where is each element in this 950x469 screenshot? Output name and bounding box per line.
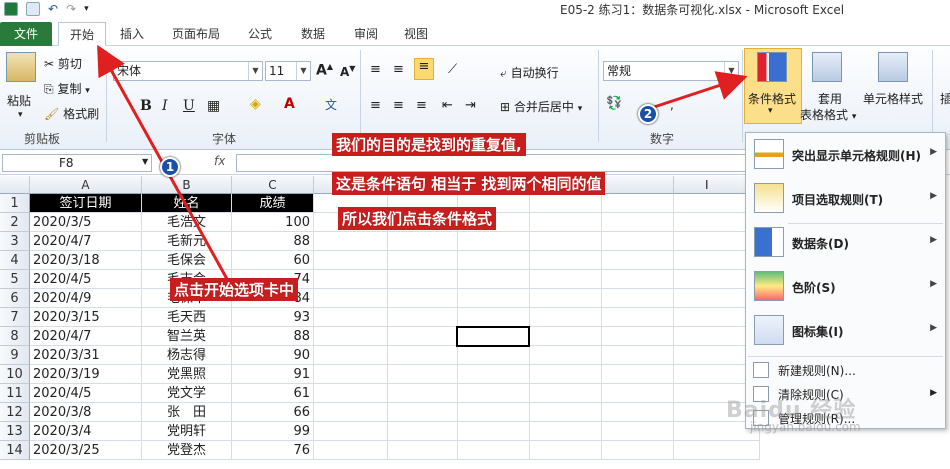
step-badge-1: 1 [160, 157, 180, 177]
annotation-goal: 我们的目的是找到的重复值, [332, 133, 526, 156]
step-badge-2: 2 [638, 104, 658, 124]
annotation-condition: 这是条件语句 相当于 找到两个相同的值 [332, 172, 606, 195]
annotation-click-home: 点击开始选项卡中 [170, 278, 299, 301]
watermark-url: jingyan.baidu.com [750, 420, 861, 434]
arrow-to-conditional-formatting [644, 71, 748, 112]
annotation-click-cf: 所以我们点击条件格式 [338, 207, 497, 230]
